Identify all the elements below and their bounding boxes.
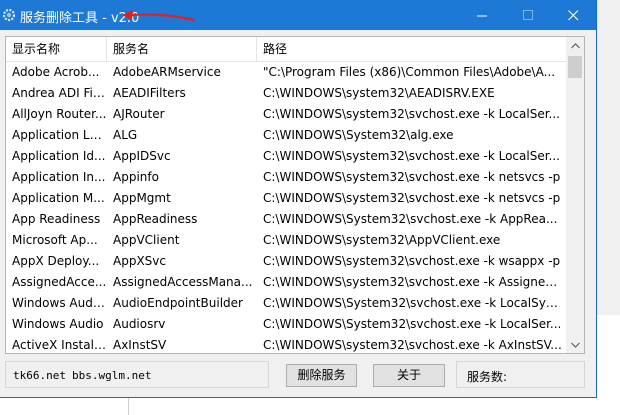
list-row[interactable]: Application La... ALG C:\WINDOWS\System32\… (6, 125, 566, 146)
list-row[interactable]: AppX Deploy... AppXSvc C:\WINDOWS\system32… (6, 251, 566, 272)
column-header-service-name[interactable]: 服务名 (107, 37, 257, 61)
display-name-cell: AppX Deploy... (12, 254, 100, 268)
display-name-cell: AssignedAcce... (12, 275, 107, 289)
service-name-cell: AppReadiness (113, 212, 198, 226)
about-button[interactable]: 关于 (373, 364, 445, 387)
display-name-cell: Adobe Acrob... (12, 65, 100, 79)
path-cell: C:\WINDOWS\system32\svchost.exe -k Local… (263, 149, 560, 163)
list-row[interactable]: Application Id... AppIDSvc C:\WINDOWS\syst… (6, 146, 566, 167)
close-icon (567, 9, 578, 20)
service-name-cell: AJRouter (113, 107, 165, 121)
path-cell: C:\WINDOWS\system32\svchost.exe -k AxIns… (263, 338, 562, 352)
service-name-cell: Audiosrv (113, 317, 166, 331)
background-divider (128, 398, 129, 415)
vertical-scrollbar[interactable] (566, 37, 584, 353)
path-cell: C:\WINDOWS\system32\svchost.exe -k wsapp… (263, 254, 561, 268)
service-name-cell: AssignedAccessMana... (113, 275, 253, 289)
scroll-up-button[interactable] (566, 37, 584, 54)
title-bar[interactable]: 服务删除工具 - v2.0 (0, 0, 596, 30)
list-row[interactable]: Windows Audi... AudioEndpointBuilder C:\WI… (6, 293, 566, 314)
list-row[interactable]: ActiveX Install... AxInstSV C:\WINDOWS\sys… (6, 335, 566, 353)
app-window: 服务删除工具 - v2.0 显示名称 服务名 路径 Adobe Acrob...… (0, 0, 597, 398)
service-name-cell: AudioEndpointBuilder (113, 296, 243, 310)
path-cell: "C:\Program Files (x86)\Common Files\Ado… (263, 65, 556, 79)
path-cell: C:\WINDOWS\System32\alg.exe (263, 128, 454, 142)
list-row[interactable]: Application M... AppMgmt C:\WINDOWS\system… (6, 188, 566, 209)
background-window-edge (597, 0, 620, 315)
path-cell: C:\WINDOWS\system32\svchost.exe -k Local… (263, 107, 560, 121)
path-cell: C:\WINDOWS\system32\AEADISRV.EXE (263, 86, 495, 100)
list-rows: Adobe Acrob... AdobeARMservice "C:\Program… (6, 62, 566, 353)
path-cell: C:\WINDOWS\system32\svchost.exe -k Assig… (263, 275, 564, 289)
gear-icon (2, 7, 16, 22)
display-name-cell: Application M... (12, 191, 105, 205)
list-row[interactable]: Application In... Appinfo C:\WINDOWS\syste… (6, 167, 566, 188)
column-header-display-name[interactable]: 显示名称 (6, 37, 107, 61)
list-row[interactable]: AssignedAcce... AssignedAccessMana... C:\W… (6, 272, 566, 293)
display-name-cell: Windows Audio (12, 317, 104, 331)
display-name-cell: ActiveX Install... (12, 338, 107, 352)
path-cell: C:\WINDOWS\System32\svchost.exe -k Local… (263, 296, 564, 310)
minimize-icon (476, 15, 487, 16)
display-name-cell: Andrea ADI Fil... (12, 86, 107, 100)
red-arrow-icon (122, 10, 195, 22)
display-name-cell: App Readiness (12, 212, 101, 226)
service-name-cell: AppVClient (113, 233, 180, 247)
service-count-label: 服务数: (467, 370, 508, 384)
path-cell: C:\WINDOWS\System32\svchost.exe -k Local… (263, 317, 562, 331)
list-row[interactable]: AllJoyn Router... AJRouter C:\WINDOWS\syst… (6, 104, 566, 125)
list-row[interactable]: Windows Audio Audiosrv C:\WINDOWS\System32… (6, 314, 566, 335)
maximize-button[interactable] (505, 0, 551, 30)
path-cell: C:\WINDOWS\system32\svchost.exe -k netsv… (263, 191, 561, 205)
service-name-cell: AppXSvc (113, 254, 166, 268)
service-name-cell: AdobeARMservice (113, 65, 221, 79)
delete-service-button[interactable]: 删除服务 (286, 364, 357, 387)
path-cell: C:\WINDOWS\System32\svchost.exe -k AppRe… (263, 212, 558, 226)
service-name-cell: ALG (113, 128, 138, 142)
path-cell: C:\WINDOWS\system32\svchost.exe -k netsv… (263, 170, 561, 184)
display-name-cell: Windows Audi... (12, 296, 107, 310)
maximize-icon (522, 9, 533, 20)
chevron-up-icon (570, 42, 580, 48)
list-row[interactable]: Adobe Acrob... AdobeARMservice "C:\Program… (6, 62, 566, 83)
display-name-cell: Microsoft Ap... (12, 233, 98, 247)
service-name-cell: AppIDSvc (113, 149, 171, 163)
site-label-1: tk66.net (13, 369, 66, 382)
list-row[interactable]: Andrea ADI Fil... AEADIFilters C:\WINDOWS\… (6, 83, 566, 104)
display-name-cell: Application In... (12, 170, 106, 184)
service-name-cell: AxInstSV (113, 338, 167, 352)
list-header: 显示名称 服务名 路径 (6, 37, 566, 62)
display-name-cell: Application Id... (12, 149, 106, 163)
desktop-strip (0, 398, 128, 415)
close-button[interactable] (550, 0, 596, 30)
minimize-button[interactable] (459, 0, 505, 30)
chevron-down-icon (570, 342, 580, 348)
site-label-2: bbs.wglm.net (72, 369, 152, 382)
display-name-cell: AllJoyn Router... (12, 107, 107, 121)
service-name-cell: AppMgmt (113, 191, 171, 205)
site-info-box: tk66.net bbs.wglm.net (5, 361, 269, 388)
service-name-cell: AEADIFilters (113, 86, 186, 100)
scroll-down-button[interactable] (566, 336, 584, 353)
column-header-path[interactable]: 路径 (257, 37, 566, 61)
path-cell: C:\WINDOWS\system32\AppVClient.exe (263, 233, 501, 247)
list-row[interactable]: Microsoft Ap... AppVClient C:\WINDOWS\syst… (6, 230, 566, 251)
scroll-thumb[interactable] (568, 56, 582, 78)
service-list[interactable]: 显示名称 服务名 路径 Adobe Acrob... AdobeARMservic… (5, 36, 585, 354)
list-row[interactable]: App Readiness AppReadiness C:\WINDOWS\Syst… (6, 209, 566, 230)
service-count-box: 服务数: (456, 361, 585, 388)
display-name-cell: Application La... (12, 128, 107, 142)
service-name-cell: Appinfo (113, 170, 159, 184)
